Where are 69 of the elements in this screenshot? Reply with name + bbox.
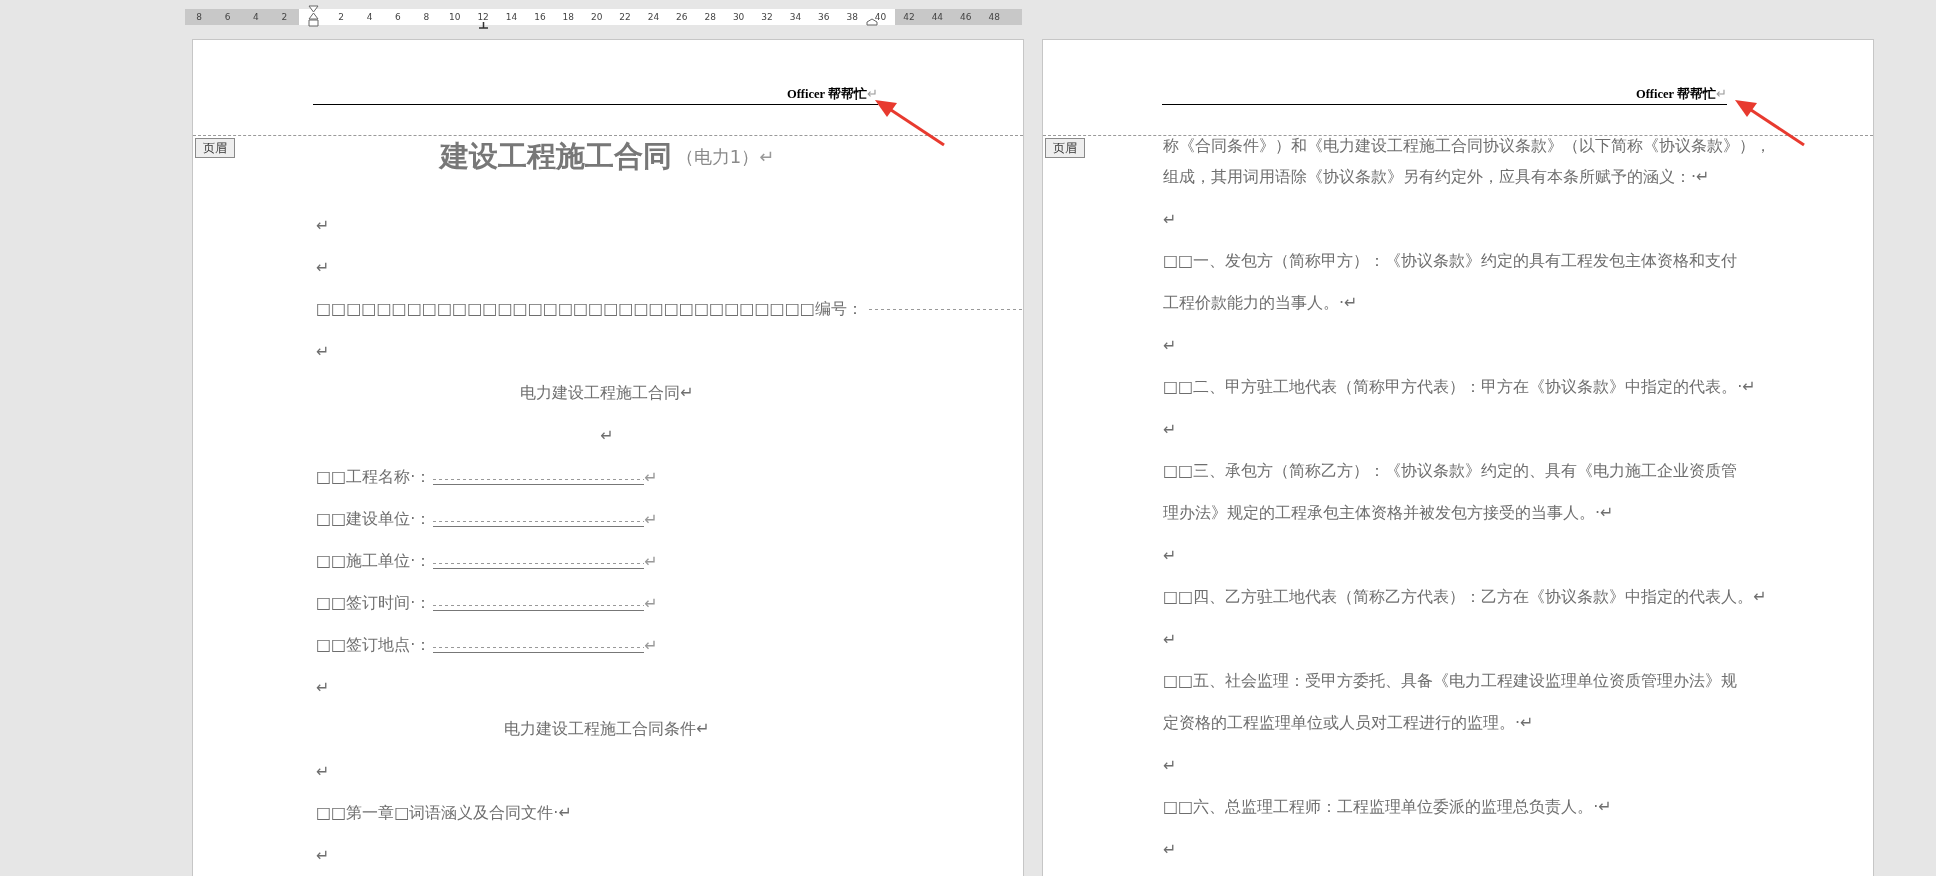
ruler-number: 14	[497, 9, 526, 25]
paragraph-mark: ↵	[644, 551, 658, 571]
paragraph-text: □□□□□□□□□□□□□□□□□□□□□□□□□□□□□□□□□编号：	[316, 298, 863, 320]
paragraph-text: 组成，其用词用语除《协议条款》另有约定外，应具有本条所赋予的涵义：·↵	[1163, 166, 1710, 188]
field-label: □□建设单位·：	[316, 508, 432, 530]
header-tag: 页眉	[195, 138, 235, 158]
ruler-number: 32	[752, 9, 782, 25]
field-label: □□签订地点·：	[316, 634, 432, 656]
paragraph-text: ↵	[1163, 335, 1177, 355]
paragraph-text: ↵	[1163, 209, 1177, 229]
paragraph-text: □□一、发包方（简称甲方）：《协议条款》约定的具有工程发包主体资格和支付	[1163, 250, 1738, 272]
paragraph-text: 电力建设工程施工合同↵	[520, 382, 694, 404]
ruler-number: 30	[724, 9, 753, 25]
paragraph-text: ↵	[600, 425, 614, 445]
fill-in-line[interactable]	[868, 308, 1023, 310]
ruler-number: 36	[809, 9, 838, 25]
ruler-number: 18	[554, 9, 583, 25]
ruler-number: 12	[468, 9, 498, 25]
header-text: Officer 帮帮忙↵	[1635, 86, 1727, 103]
indent-marker-icon[interactable]	[307, 5, 319, 27]
paragraph-mark: ↵	[644, 509, 658, 529]
tab-stop-icon[interactable]	[479, 22, 488, 29]
paragraph-text: □□五、社会监理：受甲方委托、具备《电力工程建设监理单位资质管理办法》规	[1163, 670, 1738, 692]
paragraph-mark: ↵	[644, 467, 658, 487]
ruler-number: 24	[639, 9, 668, 25]
ruler-number: 4	[355, 9, 384, 25]
paragraph-text: ↵	[1163, 545, 1177, 565]
right-indent-icon[interactable]	[866, 18, 878, 26]
paragraph-mark: ↵	[644, 635, 658, 655]
paragraph-text: 电力建设工程施工合同条件↵	[504, 718, 710, 740]
header-text: Officer 帮帮忙↵	[786, 86, 878, 103]
header-tag: 页眉	[1045, 138, 1085, 158]
paragraph-text: ↵	[316, 677, 330, 697]
ruler-number: 26	[667, 9, 697, 25]
annotation-arrow	[875, 100, 945, 146]
ruler-number: 6	[383, 9, 413, 25]
paragraph-text: □□二、甲方驻工地代表（简称甲方代表）：甲方在《协议条款》中指定的代表。·↵	[1163, 376, 1756, 398]
paragraph-text: □□第一章□词语涵义及合同文件·↵	[316, 802, 572, 824]
ruler-number: 28	[696, 9, 725, 25]
paragraph-text: ↵	[316, 845, 330, 865]
paragraph-text: ↵	[1163, 839, 1177, 859]
ruler-number: 34	[781, 9, 810, 25]
paragraph-text: ↵	[316, 341, 330, 361]
paragraph-mark: ↵	[644, 593, 658, 613]
ruler-number: 10	[440, 9, 469, 25]
paragraph-text: 称《合同条件》）和《电力建设工程施工合同协议条款》（以下简称《协议条款》），	[1163, 135, 1771, 157]
paragraph-text: ↵	[1163, 419, 1177, 439]
ruler-number: 8	[412, 9, 441, 25]
ruler-number: 20	[582, 9, 611, 25]
paragraph-text: □□四、乙方驻工地代表（简称乙方代表）：乙方在《协议条款》中指定的代表人。↵	[1163, 586, 1767, 608]
field-label: □□签订时间·：	[316, 592, 432, 614]
ruler-number: 22	[610, 9, 640, 25]
paragraph-text: ↵	[316, 761, 330, 781]
title-note: （电力1）↵	[675, 145, 775, 169]
field-label: □□工程名称·：	[316, 466, 432, 488]
field-label: □□施工单位·：	[316, 550, 432, 572]
paragraph-text: ↵	[316, 257, 330, 277]
paragraph-text: ↵	[316, 215, 330, 235]
paragraph-text: 定资格的工程监理单位或人员对工程进行的监理。·↵	[1163, 712, 1534, 734]
ruler-number: 16	[525, 9, 555, 25]
paragraph-text: □□六、总监理工程师：工程监理单位委派的监理总负责人。·↵	[1163, 796, 1612, 818]
paragraph-text: 工程价款能力的当事人。·↵	[1163, 292, 1358, 314]
paragraph-text: 理办法》规定的工程承包主体资格并被发包方接受的当事人。·↵	[1163, 502, 1614, 524]
paragraph-text: □□三、承包方（简称乙方）：《协议条款》约定的、具有《电力施工企业资质管	[1163, 460, 1738, 482]
document-title: 建设工程施工合同	[439, 138, 672, 175]
ruler-number: 38	[838, 9, 867, 25]
paragraph-text: ↵	[1163, 755, 1177, 775]
paragraph-text: ↵	[1163, 629, 1177, 649]
ruler-number: 2	[326, 9, 356, 25]
